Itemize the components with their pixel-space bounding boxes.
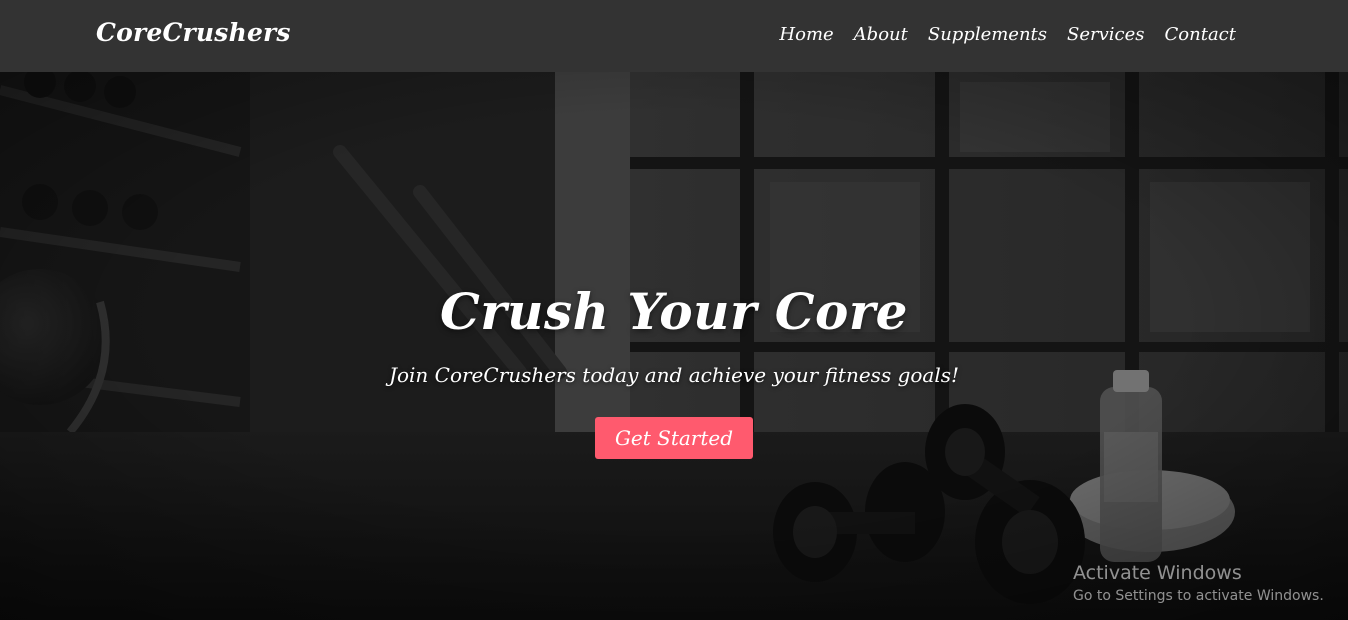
brand-logo-link[interactable]: CoreCrushers: [96, 18, 291, 47]
nav-link-home[interactable]: Home: [779, 24, 833, 45]
navbar: CoreCrushers Home About Supplements Serv…: [0, 0, 1348, 72]
nav-link-supplements[interactable]: Supplements: [928, 24, 1047, 45]
windows-activation-watermark: Activate Windows Go to Settings to activ…: [1073, 562, 1324, 604]
nav-item: Home: [779, 24, 833, 45]
nav-link-contact[interactable]: Contact: [1165, 24, 1236, 45]
hero-section: Crush Your Core Join CoreCrushers today …: [0, 72, 1348, 620]
watermark-title: Activate Windows: [1073, 562, 1242, 584]
watermark-subtitle: Go to Settings to activate Windows.: [1073, 588, 1324, 604]
nav-item: Contact: [1165, 24, 1236, 45]
nav-item: Services: [1067, 24, 1144, 45]
hero-title: Crush Your Core: [440, 282, 908, 341]
nav-link-services[interactable]: Services: [1067, 24, 1144, 45]
landing-page: CoreCrushers Home About Supplements Serv…: [0, 0, 1348, 620]
hero-subtitle: Join CoreCrushers today and achieve your…: [388, 363, 960, 387]
get-started-button[interactable]: Get Started: [594, 417, 754, 459]
nav-link-about[interactable]: About: [854, 24, 908, 45]
nav-item: Supplements: [928, 24, 1047, 45]
hero-content: Crush Your Core Join CoreCrushers today …: [0, 282, 1348, 459]
nav-menu: Home About Supplements Services Contact: [779, 24, 1236, 45]
nav-item: About: [854, 24, 908, 45]
